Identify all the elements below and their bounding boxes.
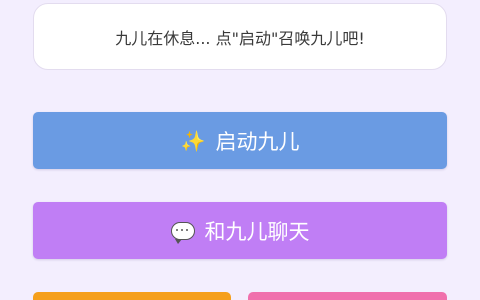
sparkles-icon: ✨ (180, 128, 206, 153)
speech-bubble-icon (170, 221, 195, 244)
start-button[interactable]: ✨ 启动九儿 (33, 112, 447, 169)
chat-button-label: 和九儿聊天 (204, 219, 310, 244)
app-screen: 九儿在休息... 点"启动"召唤九儿吧! ✨ 启动九儿 和九儿聊天 (0, 0, 480, 300)
status-message: 九儿在休息... 点"启动"召唤九儿吧! (115, 28, 365, 48)
bottom-left-button[interactable] (33, 292, 231, 300)
status-card: 九儿在休息... 点"启动"召唤九儿吧! (33, 3, 447, 70)
bottom-right-button[interactable] (248, 292, 447, 300)
start-button-label: 启动九儿 (215, 129, 300, 154)
chat-button[interactable]: 和九儿聊天 (33, 202, 447, 259)
